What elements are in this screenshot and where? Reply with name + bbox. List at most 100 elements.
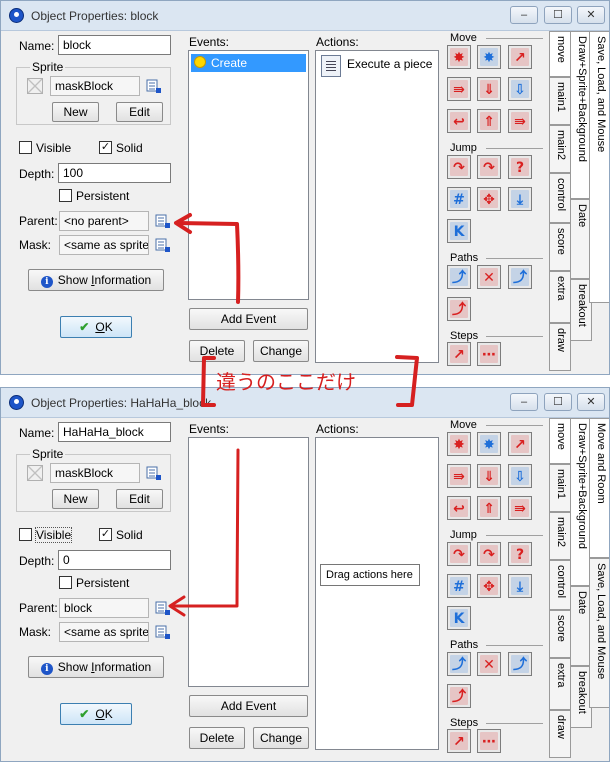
reverse-horizontal-icon[interactable]: ↩ — [447, 496, 471, 520]
set-path-icon[interactable]: ⤴ — [447, 652, 471, 676]
path-speed-icon[interactable]: ⤴ — [447, 297, 471, 321]
reverse-horizontal-icon[interactable]: ↩ — [447, 109, 471, 133]
mask-menu-icon[interactable] — [155, 237, 171, 253]
mask-field[interactable]: <same as sprite> — [59, 235, 149, 255]
sprite-menu-icon[interactable] — [146, 465, 162, 481]
move-to-contact-icon[interactable]: ⤓ — [508, 574, 532, 598]
delete-event-button[interactable]: Delete — [189, 340, 245, 362]
depth-field[interactable]: 0 — [58, 550, 171, 570]
tab-draw[interactable]: draw — [549, 323, 571, 371]
name-field[interactable]: HaHaHa_block — [58, 422, 171, 442]
move-fixed-icon[interactable]: ✸ — [447, 432, 471, 456]
step-avoiding-icon[interactable]: ⋯ — [477, 342, 501, 366]
step-towards-icon[interactable]: ↗ — [447, 729, 471, 753]
jump-to-start-icon[interactable]: ↷ — [477, 542, 501, 566]
set-path-icon[interactable]: ⤴ — [447, 265, 471, 289]
align-to-grid-icon[interactable]: # — [447, 574, 471, 598]
add-event-button[interactable]: Add Event — [189, 695, 308, 717]
wrap-screen-icon[interactable]: ✥ — [477, 187, 501, 211]
maximize-button[interactable]: ☐ — [544, 6, 572, 24]
tab-save-load-and-mouse[interactable]: Save, Load, and Mouse — [589, 31, 609, 303]
parent-menu-icon[interactable] — [155, 213, 171, 229]
tab-main2[interactable]: main2 — [549, 125, 571, 173]
tab-extra[interactable]: extra — [549, 658, 571, 710]
tab-control[interactable]: control — [549, 560, 571, 610]
move-free-icon[interactable]: ✸ — [477, 45, 501, 69]
bounce-icon[interactable]: K — [447, 606, 471, 630]
tab-move-and-room[interactable]: Move and Room — [589, 418, 609, 558]
name-field[interactable]: block — [58, 35, 171, 55]
set-friction-icon[interactable]: ⇛ — [508, 109, 532, 133]
step-avoiding-icon[interactable]: ⋯ — [477, 729, 501, 753]
speed-vertical-icon[interactable]: ⇓ — [477, 464, 501, 488]
mask-menu-icon[interactable] — [155, 624, 171, 640]
sprite-field[interactable]: maskBlock — [50, 76, 140, 96]
tab-score[interactable]: score — [549, 610, 571, 658]
tab-draw[interactable]: draw — [549, 710, 571, 758]
end-path-icon[interactable]: ✕ — [477, 652, 501, 676]
tab-main2[interactable]: main2 — [549, 512, 571, 560]
show-information-button[interactable]: i Show Information — [28, 269, 164, 291]
speed-horizontal-icon[interactable]: ⇛ — [447, 464, 471, 488]
show-information-button[interactable]: i Show Information — [28, 656, 164, 678]
tab-main1[interactable]: main1 — [549, 464, 571, 512]
visible-checkbox[interactable] — [19, 141, 32, 154]
parent-menu-icon[interactable] — [155, 600, 171, 616]
depth-field[interactable]: 100 — [58, 163, 171, 183]
ok-button[interactable]: ✔ OK — [60, 316, 132, 338]
move-towards-icon[interactable]: ↗ — [508, 432, 532, 456]
set-friction-icon[interactable]: ⇛ — [508, 496, 532, 520]
jump-to-random-icon[interactable]: ? — [508, 542, 532, 566]
tab-control[interactable]: control — [549, 173, 571, 223]
tab-main1[interactable]: main1 — [549, 77, 571, 125]
actions-list[interactable]: Drag actions here — [315, 437, 439, 750]
edit-sprite-button[interactable]: Edit — [116, 489, 163, 509]
speed-horizontal-icon[interactable]: ⇛ — [447, 77, 471, 101]
jump-to-random-icon[interactable]: ? — [508, 155, 532, 179]
end-path-icon[interactable]: ✕ — [477, 265, 501, 289]
wrap-screen-icon[interactable]: ✥ — [477, 574, 501, 598]
minimize-button[interactable]: ‒ — [510, 6, 538, 24]
step-towards-icon[interactable]: ↗ — [447, 342, 471, 366]
jump-to-position-icon[interactable]: ↷ — [447, 542, 471, 566]
ok-button[interactable]: ✔ OK — [60, 703, 132, 725]
events-list[interactable]: Create — [188, 50, 309, 300]
reverse-vertical-icon[interactable]: ⇑ — [477, 109, 501, 133]
parent-field[interactable]: block — [59, 598, 149, 618]
minimize-button[interactable]: ‒ — [510, 393, 538, 411]
tab-score[interactable]: score — [549, 223, 571, 271]
add-event-button[interactable]: Add Event — [189, 308, 308, 330]
new-sprite-button[interactable]: New — [52, 489, 99, 509]
move-to-contact-icon[interactable]: ⤓ — [508, 187, 532, 211]
mask-field[interactable]: <same as sprite> — [59, 622, 149, 642]
action-execute-code[interactable]: Execute a piece o — [319, 54, 436, 78]
align-to-grid-icon[interactable]: # — [447, 187, 471, 211]
jump-to-start-icon[interactable]: ↷ — [477, 155, 501, 179]
move-fixed-icon[interactable]: ✸ — [447, 45, 471, 69]
bounce-icon[interactable]: K — [447, 219, 471, 243]
tab-move[interactable]: move — [549, 418, 571, 464]
jump-to-position-icon[interactable]: ↷ — [447, 155, 471, 179]
move-free-icon[interactable]: ✸ — [477, 432, 501, 456]
path-position-icon[interactable]: ⤴ — [508, 265, 532, 289]
persistent-checkbox[interactable] — [59, 576, 72, 589]
close-button[interactable]: ✕ — [577, 393, 605, 411]
event-create[interactable]: Create — [191, 54, 306, 72]
path-position-icon[interactable]: ⤴ — [508, 652, 532, 676]
set-gravity-icon[interactable]: ⇩ — [508, 77, 532, 101]
sprite-field[interactable]: maskBlock — [50, 463, 140, 483]
edit-sprite-button[interactable]: Edit — [116, 102, 163, 122]
path-speed-icon[interactable]: ⤴ — [447, 684, 471, 708]
solid-checkbox[interactable]: ✓ — [99, 528, 112, 541]
set-gravity-icon[interactable]: ⇩ — [508, 464, 532, 488]
persistent-checkbox[interactable] — [59, 189, 72, 202]
actions-list[interactable]: Execute a piece o — [315, 50, 439, 363]
change-event-button[interactable]: Change — [253, 727, 309, 749]
speed-vertical-icon[interactable]: ⇓ — [477, 77, 501, 101]
sprite-menu-icon[interactable] — [146, 78, 162, 94]
visible-checkbox[interactable] — [19, 528, 32, 541]
change-event-button[interactable]: Change — [253, 340, 309, 362]
maximize-button[interactable]: ☐ — [544, 393, 572, 411]
solid-checkbox[interactable]: ✓ — [99, 141, 112, 154]
move-towards-icon[interactable]: ↗ — [508, 45, 532, 69]
